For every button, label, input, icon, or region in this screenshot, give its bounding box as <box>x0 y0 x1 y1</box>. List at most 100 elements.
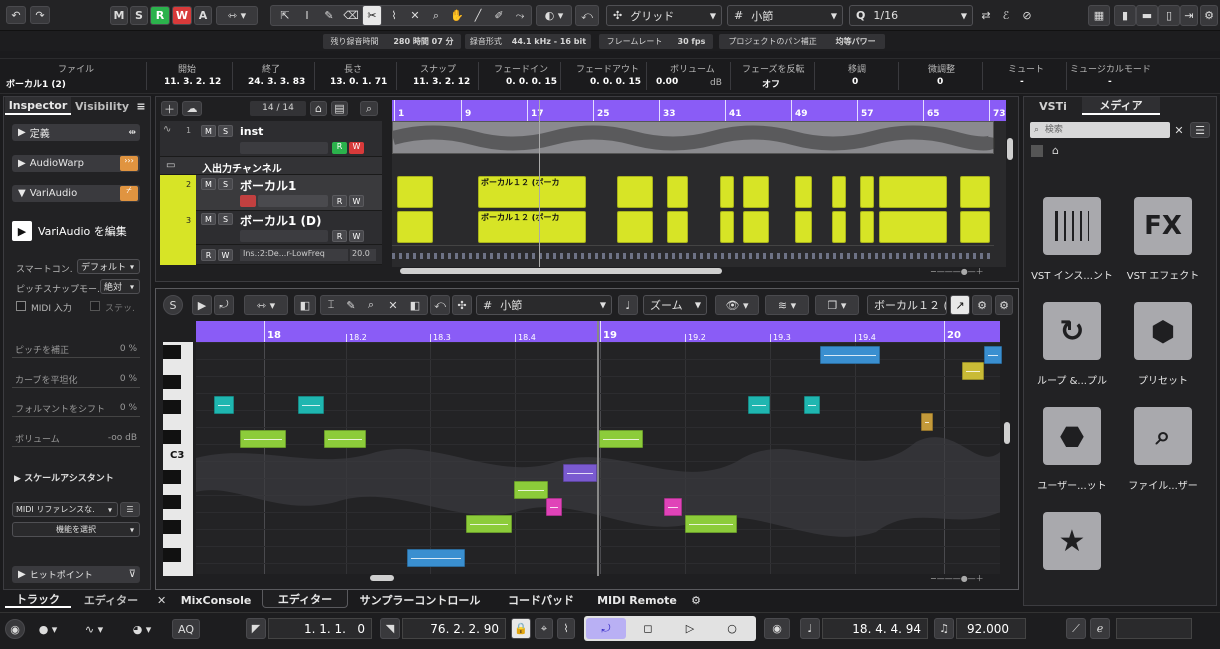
pitch-segment[interactable] <box>563 464 597 482</box>
editor-prefs-icon[interactable]: ⚙ <box>995 295 1013 315</box>
arrange-h-scrollbar[interactable] <box>400 268 722 274</box>
track-record-enable[interactable]: R <box>332 142 347 154</box>
editor-draw-tool-icon[interactable]: ✎ <box>342 296 360 314</box>
undo-button[interactable]: ↶ <box>6 6 26 24</box>
media-search-input[interactable]: ⌕ 検索 <box>1030 122 1170 138</box>
tab-mixconsole[interactable]: MixConsole <box>172 592 260 608</box>
tab-left-editor[interactable]: エディター <box>75 592 147 608</box>
audio-clip[interactable] <box>832 211 846 243</box>
info-finetune[interactable]: 0 <box>937 77 943 87</box>
auto-mode-dropdown[interactable]: ⇿ ▾ <box>216 6 258 25</box>
transport-field[interactable] <box>1116 618 1192 639</box>
tab-chordpad[interactable]: コードパッド <box>496 592 586 608</box>
pitch-segment[interactable] <box>664 498 682 516</box>
editor-h-scrollbar[interactable] <box>370 575 394 581</box>
pitch-segment[interactable] <box>240 430 286 448</box>
audio-mode-dropdown[interactable]: ∿ ▾ <box>76 619 112 639</box>
pitch-segment[interactable] <box>214 396 234 414</box>
info-invert[interactable]: オフ <box>762 77 780 90</box>
info-fadeout[interactable]: 0. 0. 0. 15 <box>590 77 641 87</box>
color-dropdown[interactable]: ◐ ▾ <box>536 5 572 26</box>
fx-icon[interactable]: FX <box>1134 197 1192 255</box>
info-volume[interactable]: 0.00 <box>656 77 678 87</box>
audio-clip[interactable] <box>879 176 947 208</box>
audio-clip[interactable] <box>879 211 947 243</box>
section-variaudio[interactable]: ▼ VariAudio ⌿ <box>12 185 140 202</box>
track-presets-icon[interactable]: ☁ <box>182 101 202 116</box>
layout-right-icon[interactable]: ▯ <box>1158 5 1180 26</box>
pitch-segment[interactable] <box>514 481 548 499</box>
editor-zoom-tool-icon[interactable]: ⌕ <box>362 296 380 314</box>
piano-black-key[interactable] <box>163 430 181 444</box>
curve-flatten-slider[interactable]: カーブを平坦化 0 % <box>12 371 140 388</box>
insert-value[interactable]: 20.0 <box>350 249 376 261</box>
pitch-segment[interactable] <box>804 396 820 414</box>
editor-expand-icon[interactable]: ↗ <box>950 295 970 315</box>
add-track-button[interactable]: ＋ <box>161 101 178 116</box>
close-lower-zone-icon[interactable]: ✕ <box>157 594 166 607</box>
editor-event-dropdown[interactable]: ボーカル１２ (ボ <box>867 295 947 315</box>
pitch-segment[interactable] <box>921 413 933 431</box>
audio-clip[interactable] <box>617 176 653 208</box>
right-locator[interactable]: 76. 2. 2. 90 <box>402 618 506 639</box>
audio-clip[interactable] <box>617 211 653 243</box>
cycle-button[interactable]: ⤾ <box>586 618 626 639</box>
track-solo-button[interactable]: S <box>218 213 233 225</box>
clear-search-icon[interactable]: ✕ <box>1172 122 1186 138</box>
tap-tempo-icon[interactable]: ⟋ <box>1066 618 1086 639</box>
automation-lane[interactable] <box>392 245 994 265</box>
audio-clip[interactable] <box>960 176 990 208</box>
piano-black-key[interactable] <box>163 548 181 562</box>
audio-clip[interactable] <box>720 211 734 243</box>
section-definition[interactable]: ▶ 定義 ⇹ <box>12 124 140 141</box>
editor-view-dropdown[interactable]: 👁 ▾ <box>715 295 759 315</box>
warp-tool-icon[interactable]: ⤳ <box>510 6 530 25</box>
pitch-segment[interactable] <box>324 430 366 448</box>
editor-playhead[interactable] <box>597 321 599 576</box>
quantize-preset-icon[interactable]: ℰ <box>997 5 1015 26</box>
audio-clip[interactable] <box>860 211 874 243</box>
position-display[interactable]: 18. 4. 4. 94 <box>822 618 928 639</box>
piano-black-key[interactable] <box>163 345 181 359</box>
star-icon[interactable]: ★ <box>1043 512 1101 570</box>
grid-type-dropdown[interactable]: # 小節 ▼ <box>727 5 843 26</box>
left-locator[interactable]: 1. 1. 1. 0 <box>268 618 372 639</box>
snap-toggle-icon[interactable]: ⤺ <box>575 5 599 26</box>
tab-inspector[interactable]: Inspector <box>5 97 71 115</box>
info-start[interactable]: 11. 3. 2. 12 <box>164 77 221 87</box>
audio-clip[interactable] <box>720 176 734 208</box>
editor-zoom-dropdown[interactable]: ズーム ▼ <box>643 295 707 315</box>
editor-v-scrollbar[interactable] <box>1004 422 1010 444</box>
editor-zoom-slider[interactable]: −———●—＋ <box>930 573 1000 583</box>
pitch-segment[interactable] <box>599 430 643 448</box>
iterative-quantize-icon[interactable]: ⇄ <box>977 5 995 26</box>
track-io-folder[interactable]: ▭ 入出力チャンネル <box>160 157 382 175</box>
pitch-segment[interactable] <box>685 515 737 533</box>
snap-type-dropdown[interactable]: ✣ グリッド ▼ <box>606 5 722 26</box>
record-mode-dropdown[interactable]: ● ▾ <box>30 619 66 639</box>
editor-settings-icon[interactable]: ⚙ <box>972 295 992 315</box>
arrange-playhead[interactable] <box>539 100 540 267</box>
lock-icon[interactable]: 🔒 <box>511 618 531 639</box>
piano-keys-icon[interactable] <box>1043 197 1101 255</box>
track-inst[interactable]: ∿ 1 M S inst R W <box>160 121 382 157</box>
mute-tool-icon[interactable]: ✕ <box>405 6 425 25</box>
tab-track[interactable]: トラック <box>5 592 71 608</box>
arrange-zoom-slider[interactable]: −———●—＋ <box>930 266 1000 276</box>
quantize-dropdown[interactable]: Q 1/16 ▼ <box>849 5 973 26</box>
zoom-tool-icon[interactable]: ⌕ <box>426 6 446 25</box>
pitch-segment[interactable] <box>984 346 1002 364</box>
track-read-button[interactable]: R <box>332 230 347 242</box>
midi-reference-dropdown[interactable]: MIDI リファレンスな. ▾ <box>12 502 118 517</box>
punch-icon[interactable]: ⌖ <box>535 618 553 639</box>
track-write-enable[interactable]: W <box>349 142 364 154</box>
track-list-icon[interactable]: ▤ <box>331 101 348 116</box>
pitch-segment[interactable] <box>298 396 324 414</box>
sync-icon[interactable]: ◉ <box>764 618 790 639</box>
pitch-segment[interactable] <box>962 362 984 380</box>
left-locator-icon[interactable]: ◤ <box>246 618 266 639</box>
audio-clip[interactable] <box>397 211 433 243</box>
section-audiowarp[interactable]: ▶ AudioWarp ››› <box>12 155 140 172</box>
piano-black-key[interactable] <box>163 495 181 509</box>
track-insert-lane[interactable]: R W Ins.:2:De...r-LowFreq 20.0 <box>160 245 382 265</box>
